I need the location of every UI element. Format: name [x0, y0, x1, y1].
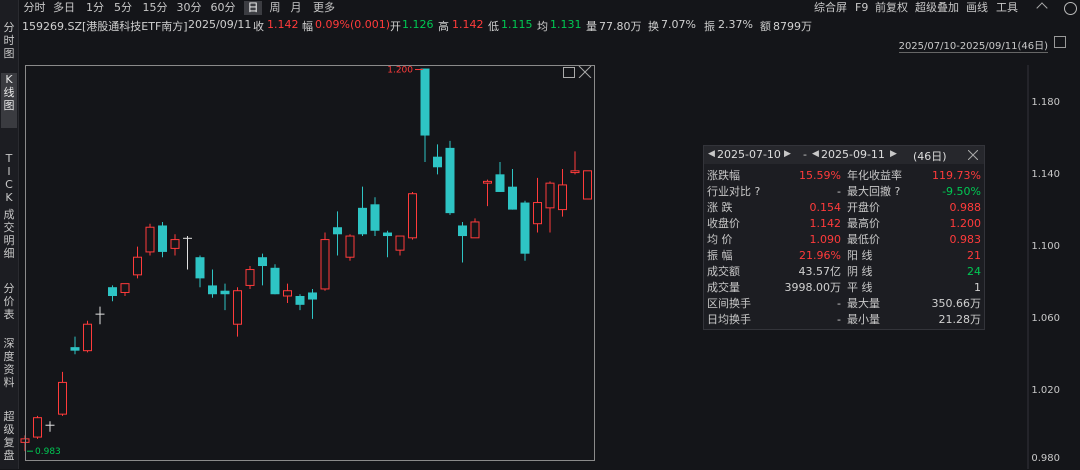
stat-label: 阳 线 — [847, 249, 873, 262]
stats-row: 收盘价 1.142 最高价 1.200 — [704, 216, 984, 232]
stat-label: 涨跌幅 — [707, 169, 740, 182]
stat-value: -9.50% — [942, 185, 981, 198]
stats-row: 均 价 1.090 最低价 0.983 — [704, 232, 984, 248]
prev-start-icon[interactable]: ◀ — [708, 149, 715, 159]
stats-row: 涨跌幅 15.59% 年化收益率 119.73% — [704, 168, 984, 184]
stat-value: 119.73% — [932, 169, 981, 182]
stat-label: 开盘价 — [847, 201, 880, 214]
stat-label: 振 幅 — [707, 249, 733, 262]
interval-stats-panel: ◀ 2025-07-10 ▶ - ◀ 2025-09-11 ▶ (46日) 涨跌… — [703, 145, 985, 330]
range-dash: - — [803, 148, 807, 161]
stat-value: 21.28万 — [938, 313, 982, 326]
stat-label: 涨 跌 — [707, 201, 733, 214]
stats-row: 日均换手 - 最小量 21.28万 — [704, 312, 984, 328]
stat-label: 收盘价 — [707, 217, 740, 230]
stat-label: 阴 线 — [847, 265, 873, 278]
stat-value: 21 — [967, 249, 981, 262]
stat-value: 0.983 — [949, 233, 982, 246]
close-icon[interactable] — [968, 150, 978, 160]
next-start-icon[interactable]: ▶ — [784, 149, 791, 159]
stat-value: 1.090 — [809, 233, 842, 246]
stat-label: 日均换手 — [707, 313, 751, 326]
prev-end-icon[interactable]: ◀ — [812, 149, 819, 159]
stat-value: 1.142 — [809, 217, 842, 230]
maximize-icon[interactable] — [563, 67, 575, 78]
stat-value: 350.66万 — [931, 297, 982, 310]
stat-value: 3998.00万 — [784, 281, 842, 294]
stat-label: 行业对比 ? — [707, 185, 761, 198]
stat-label: 平 线 — [847, 281, 873, 294]
stats-row: 成交额 43.57亿阴 线 24 — [704, 264, 984, 280]
stat-value: 1 — [974, 281, 981, 294]
stat-value: - — [837, 313, 841, 326]
close-icon[interactable] — [578, 65, 592, 79]
stat-value: 0.154 — [809, 201, 842, 214]
stats-row: 成交量 3998.00万平 线 1 — [704, 280, 984, 296]
stats-row: 区间换手 - 最大量 350.66万 — [704, 296, 984, 312]
stat-label: 成交量 — [707, 281, 740, 294]
stat-label: 区间换手 — [707, 297, 751, 310]
stat-label: 年化收益率 — [847, 169, 902, 182]
stat-label: 最大回撤 ? — [847, 185, 901, 198]
end-date[interactable]: 2025-09-11 — [821, 148, 885, 161]
stat-label: 最小量 — [847, 313, 880, 326]
stat-value: 21.96% — [799, 249, 841, 262]
stats-row: 行业对比 ? - 最大回撤 ? -9.50% — [704, 184, 984, 200]
start-date[interactable]: 2025-07-10 — [717, 148, 781, 161]
stat-value: - — [837, 185, 841, 198]
stat-value: 15.59% — [799, 169, 841, 182]
stat-value: 24 — [967, 265, 981, 278]
stat-label: 最高价 — [847, 217, 880, 230]
stat-value: - — [837, 297, 841, 310]
stats-row: 振 幅 21.96% 阳 线 21 — [704, 248, 984, 264]
next-end-icon[interactable]: ▶ — [890, 149, 897, 159]
interval-stats-header: ◀ 2025-07-10 ▶ - ◀ 2025-09-11 ▶ (46日) — [704, 146, 984, 164]
stat-label: 最大量 — [847, 297, 880, 310]
stat-value: 0.988 — [949, 201, 982, 214]
stat-value: 1.200 — [949, 217, 982, 230]
stat-label: 均 价 — [707, 233, 733, 246]
stat-label: 成交额 — [707, 265, 740, 278]
day-count: (46日) — [913, 150, 947, 163]
stats-row: 涨 跌 0.154 开盘价 0.988 — [704, 200, 984, 216]
stat-label: 最低价 — [847, 233, 880, 246]
interval-selection-box[interactable] — [25, 65, 595, 461]
stat-value: 43.57亿 — [798, 265, 842, 278]
